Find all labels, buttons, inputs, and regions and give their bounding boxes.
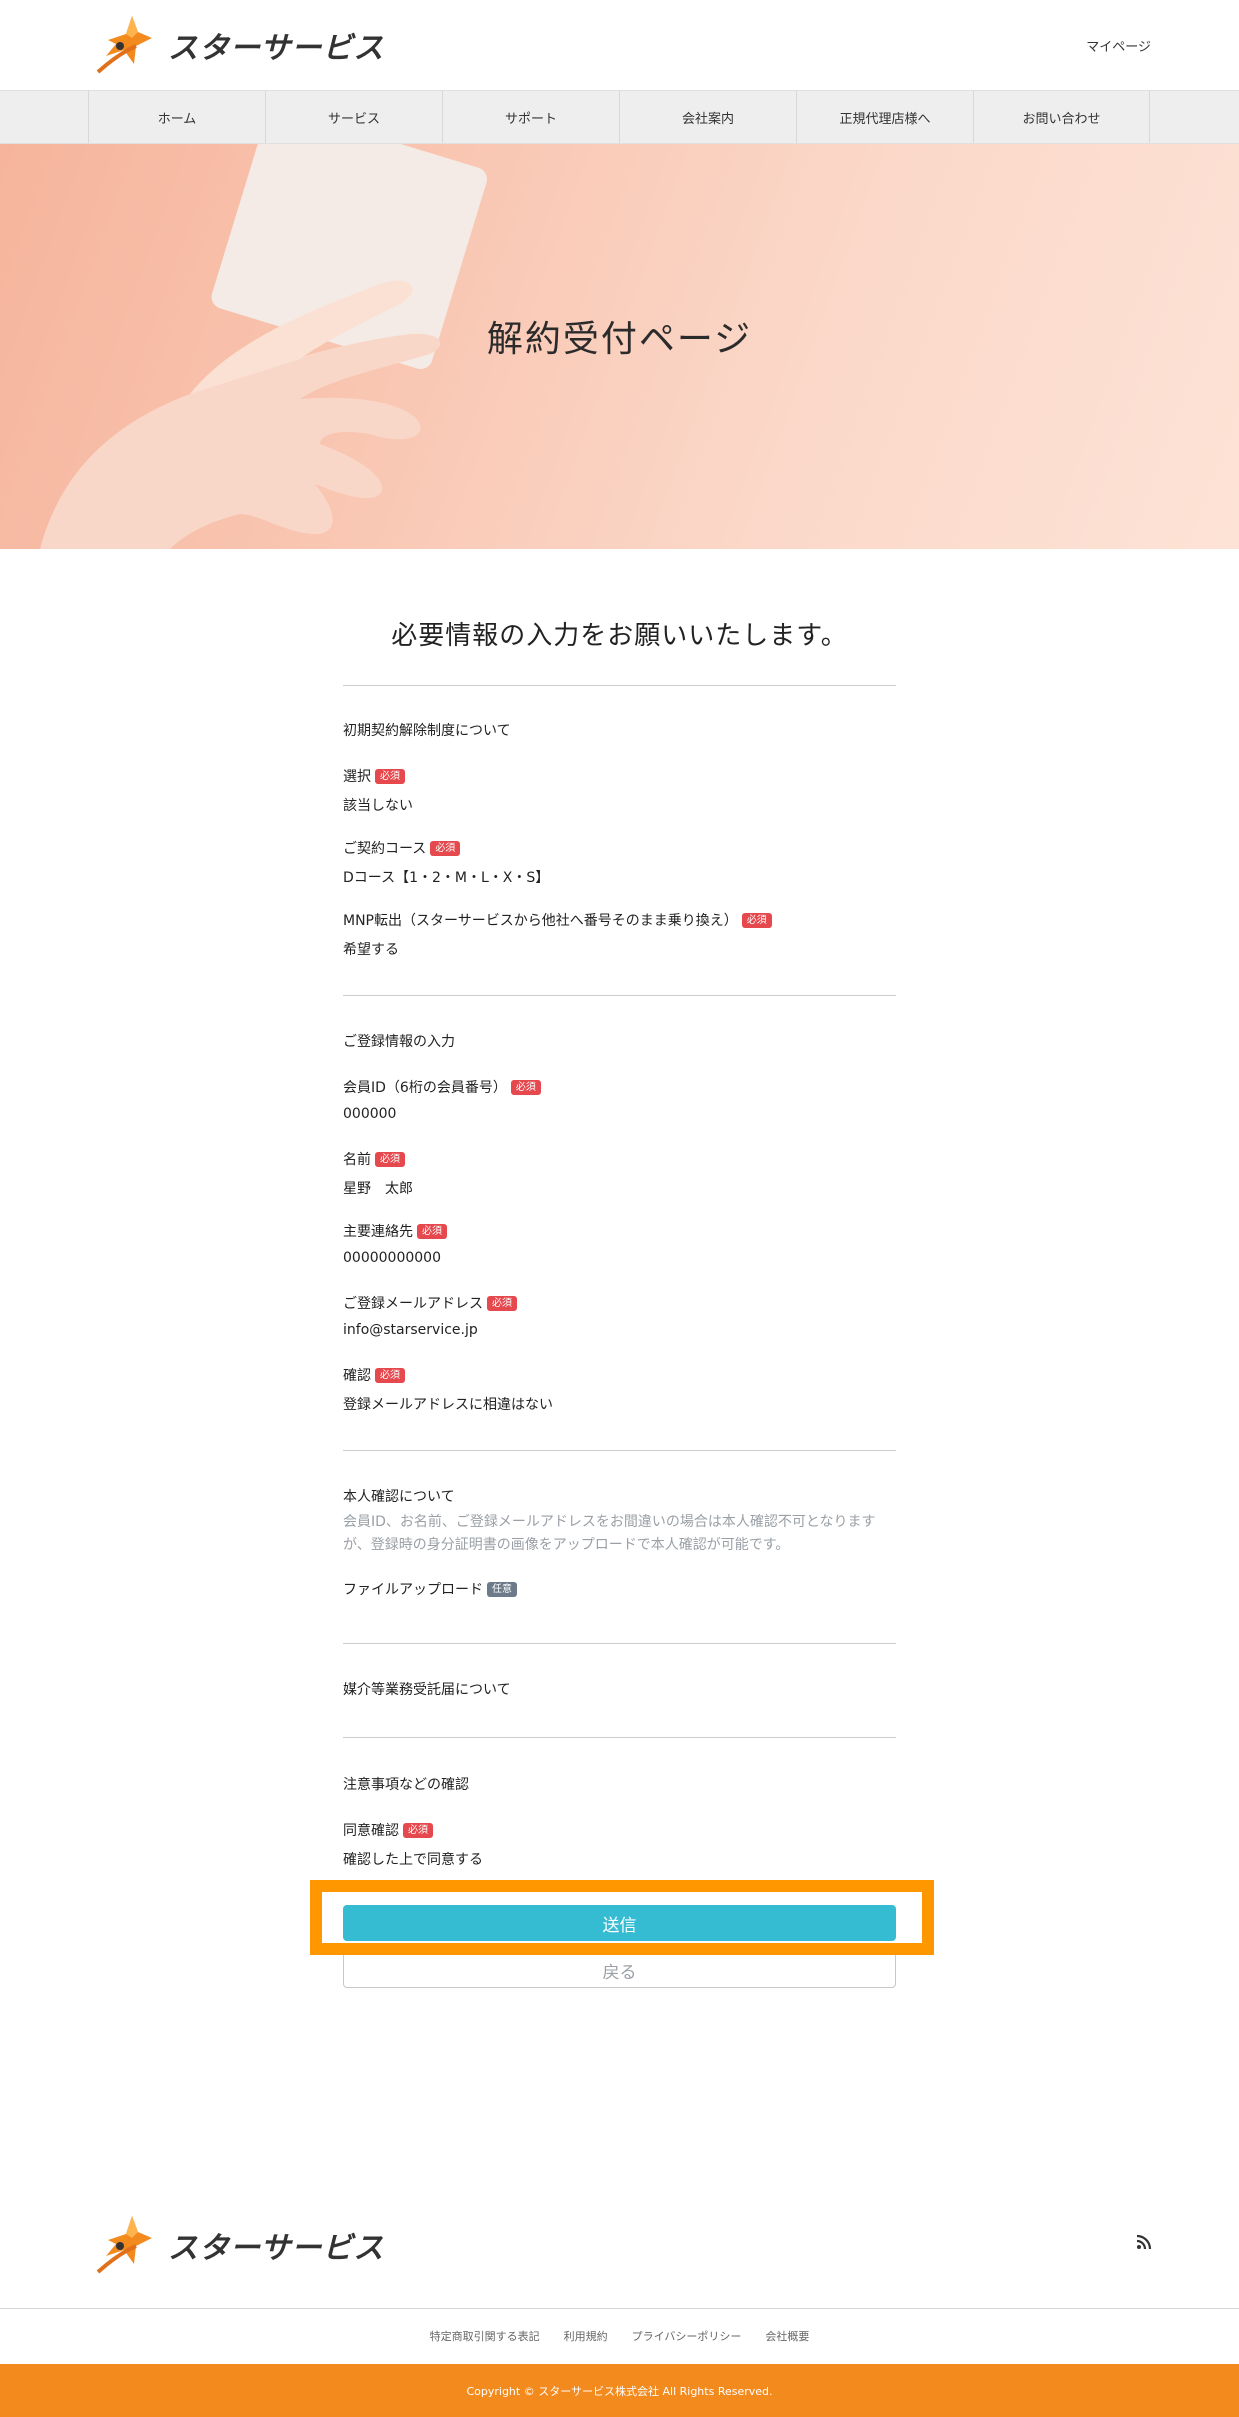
page-title: 解約受付ページ	[486, 319, 753, 360]
name-label: 名前 必須	[343, 1149, 405, 1169]
form-heading: 必要情報の入力をお願いいたします。	[391, 621, 848, 651]
confirm-label-text: 確認	[343, 1368, 371, 1384]
footer-link-privacy[interactable]: プライバシーポリシー	[632, 2328, 742, 2344]
site-header: スターサービス マイページ	[0, 0, 1239, 90]
agree-label-text: 同意確認	[343, 1823, 399, 1839]
required-badge: 必須	[487, 1295, 517, 1311]
nav-item-home[interactable]: ホーム	[88, 91, 265, 143]
file-upload-label-text: ファイルアップロード	[343, 1582, 483, 1598]
footer-divider	[0, 2308, 1239, 2309]
nav-item-contact[interactable]: お問い合わせ	[973, 91, 1150, 143]
section-title-notes: 注意事項などの確認	[343, 1777, 469, 1793]
confirm-label: 確認 必須	[343, 1365, 405, 1385]
select-value: 該当しない	[343, 798, 413, 814]
divider	[343, 685, 896, 686]
optional-badge: 任意	[487, 1581, 517, 1597]
required-badge: 必須	[510, 1079, 541, 1095]
copyright-text: Copyright © スターサービス株式会社 All Rights Reser…	[466, 2384, 773, 2398]
identity-note-line1: 会員ID、お名前、ご登録メールアドレスをお間違いの場合は本人確認不可となります	[343, 1514, 876, 1530]
rss-icon[interactable]	[1136, 2234, 1152, 2250]
phone-label-text: 主要連絡先	[343, 1224, 413, 1240]
required-badge: 必須	[375, 1367, 405, 1383]
mnp-label-text: MNP転出（スターサービスから他社へ番号そのまま乗り換え）	[343, 913, 738, 929]
phone-label: 主要連絡先 必須	[343, 1221, 447, 1241]
course-value: Dコース【1・2・M・L・X・S】	[343, 870, 550, 886]
required-badge: 必須	[375, 768, 405, 784]
email-label: ご登録メールアドレス 必須	[343, 1293, 517, 1313]
divider	[343, 1737, 896, 1738]
hero-banner: 解約受付ページ	[0, 144, 1239, 549]
back-button[interactable]: 戻る	[343, 1952, 896, 1988]
section-title-identity: 本人確認について	[343, 1489, 455, 1505]
nav-item-agency[interactable]: 正規代理店様へ	[796, 91, 973, 143]
footer-link-tokushoho[interactable]: 特定商取引関する表記	[430, 2328, 540, 2344]
agree-value: 確認した上で同意する	[343, 1852, 483, 1868]
member-id-label: 会員ID（6桁の会員番号） 必須	[343, 1077, 541, 1097]
phone-value: 00000000000	[343, 1250, 441, 1266]
course-label: ご契約コース 必須	[343, 838, 461, 858]
section-title-brokerage: 媒介等業務受託届について	[343, 1682, 511, 1698]
required-badge: 必須	[375, 1151, 405, 1167]
footer-link-company[interactable]: 会社概要	[765, 2328, 809, 2344]
required-badge: 必須	[403, 1822, 433, 1838]
member-id-label-text: 会員ID（6桁の会員番号）	[343, 1080, 507, 1096]
submit-highlight-box	[310, 1880, 934, 1955]
identity-note-line2: が、登録時の身分証明書の画像をアップロードで本人確認が可能です。	[343, 1537, 790, 1553]
footer-link-terms[interactable]: 利用規約	[564, 2328, 608, 2344]
divider	[343, 995, 896, 996]
nav-item-company[interactable]: 会社案内	[619, 91, 796, 143]
footer-logo-text: スターサービス	[168, 2231, 385, 2266]
identity-note: 会員ID、お名前、ご登録メールアドレスをお間違いの場合は本人確認不可となります …	[343, 1511, 903, 1557]
global-nav: ホーム サービス サポート 会社案内 正規代理店様へ お問い合わせ	[0, 90, 1239, 144]
required-badge: 必須	[417, 1223, 447, 1239]
file-upload-label[interactable]: ファイルアップロード 任意	[343, 1579, 517, 1599]
nav-item-service[interactable]: サービス	[265, 91, 442, 143]
agree-label: 同意確認 必須	[343, 1820, 433, 1840]
course-label-text: ご契約コース	[343, 841, 427, 857]
name-label-text: 名前	[343, 1152, 371, 1168]
footer-logo[interactable]: スターサービス	[92, 2212, 384, 2278]
site-logo[interactable]: スターサービス	[92, 12, 384, 78]
required-badge: 必須	[741, 912, 772, 928]
mnp-label: MNP転出（スターサービスから他社へ番号そのまま乗り換え） 必須	[343, 910, 772, 930]
footer-links: 特定商取引関する表記 利用規約 プライバシーポリシー 会社概要	[0, 2328, 1239, 2344]
member-id-value: 000000	[343, 1106, 397, 1122]
confirm-value: 登録メールアドレスに相違はない	[343, 1397, 553, 1413]
name-value: 星野 太郎	[343, 1181, 413, 1197]
email-value: info@starservice.jp	[343, 1322, 478, 1338]
mypage-link[interactable]: マイページ	[1086, 36, 1151, 55]
logo-text: スターサービス	[168, 31, 385, 66]
star-logo-icon	[96, 2216, 152, 2274]
section-title-registration: ご登録情報の入力	[343, 1034, 455, 1050]
mnp-value: 希望する	[343, 942, 399, 958]
section-title-early-cancel: 初期契約解除制度について	[343, 723, 511, 739]
select-label: 選択 必須	[343, 766, 405, 786]
select-label-text: 選択	[343, 769, 371, 785]
divider	[343, 1450, 896, 1451]
required-badge: 必須	[430, 840, 461, 856]
email-label-text: ご登録メールアドレス	[343, 1296, 483, 1312]
nav-item-support[interactable]: サポート	[442, 91, 619, 143]
copyright-bar: Copyright © スターサービス株式会社 All Rights Reser…	[0, 2364, 1239, 2417]
star-logo-icon	[96, 16, 152, 74]
divider	[343, 1643, 896, 1644]
